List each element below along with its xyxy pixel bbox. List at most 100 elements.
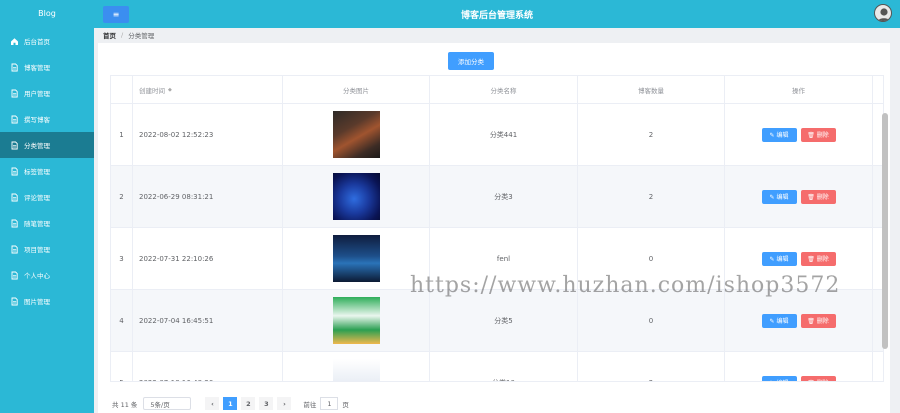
row-category-name: 分类441 <box>430 104 578 165</box>
row-actions: ✎ 编辑🗑 删除 <box>725 290 873 351</box>
row-blog-count: 2 <box>578 352 725 381</box>
row-created-time: 2022-06-29 08:31:21 <box>133 166 283 227</box>
row-actions: ✎ 编辑🗑 删除 <box>725 104 873 165</box>
column-header-label: 创建时间 <box>139 86 165 95</box>
edit-button[interactable]: ✎ 编辑 <box>761 189 797 204</box>
sort-icon[interactable]: ◆ <box>168 87 172 93</box>
document-icon <box>10 245 19 254</box>
column-header-time[interactable]: 创建时间 ◆ <box>133 76 283 103</box>
row-index: 3 <box>111 228 133 289</box>
row-index: 4 <box>111 290 133 351</box>
sidebar-item-label: 项目管理 <box>24 246 50 254</box>
sidebar-item[interactable]: 标签管理 <box>0 158 94 184</box>
column-header-count: 博客数量 <box>578 76 725 103</box>
sidebar-item-label: 图片管理 <box>24 298 50 306</box>
row-category-name: 分类5 <box>430 290 578 351</box>
row-image-cell <box>283 104 430 165</box>
user-icon <box>877 8 891 21</box>
sidebar-item[interactable]: 随笔管理 <box>0 210 94 236</box>
document-icon <box>10 89 19 98</box>
row-image-cell <box>283 290 430 351</box>
sidebar-item-label: 标签管理 <box>24 168 50 176</box>
watermark-text: https://www.huzhan.com/ishop3572 <box>410 273 841 298</box>
row-blog-count: 2 <box>578 166 725 227</box>
row-image-cell <box>283 352 430 381</box>
sidebar-item-label: 撰写博客 <box>24 116 50 124</box>
category-table: 创建时间 ◆ 分类图片 分类名称 博客数量 操作 1 2022-08-02 12:… <box>110 75 884 382</box>
row-category-name: 分类3 <box>430 166 578 227</box>
pagination: 共 11 条 5条/页 ‹ 1 2 3 › 前往 1 页 <box>112 397 349 410</box>
logo: Blog <box>38 9 56 18</box>
row-created-time: 2022-08-02 12:52:23 <box>133 104 283 165</box>
goto-label: 前往 <box>303 400 317 409</box>
document-icon <box>10 167 19 176</box>
sidebar-item-label: 分类管理 <box>24 142 50 150</box>
content-card: 添加分类 创建时间 ◆ 分类图片 分类名称 博客数量 操作 1 2022-08-0… <box>98 43 890 413</box>
document-icon <box>10 297 19 306</box>
edit-button[interactable]: ✎ 编辑 <box>761 313 797 328</box>
document-icon <box>10 219 19 228</box>
edit-button[interactable]: ✎ 编辑 <box>761 251 797 266</box>
sidebar-item[interactable]: 项目管理 <box>0 236 94 262</box>
sidebar-item-label: 后台首页 <box>24 38 50 46</box>
category-thumbnail[interactable] <box>332 173 380 220</box>
row-blog-count: 2 <box>578 104 725 165</box>
sidebar-item[interactable]: 分类管理 <box>0 132 94 158</box>
avatar[interactable] <box>874 4 892 22</box>
menu-toggle-button[interactable]: ≡ <box>103 5 129 23</box>
prev-page-button[interactable]: ‹ <box>205 397 220 410</box>
sidebar-item[interactable]: 个人中心 <box>0 262 94 288</box>
sidebar-item[interactable]: 评论管理 <box>0 184 94 210</box>
sidebar-item[interactable]: 博客管理 <box>0 54 94 80</box>
sidebar-item-label: 个人中心 <box>24 272 50 280</box>
breadcrumb-home[interactable]: 首页 <box>103 30 116 40</box>
page-size-select[interactable]: 5条/页 <box>143 397 192 410</box>
row-index: 5 <box>111 352 133 381</box>
goto-page-input[interactable]: 1 <box>320 397 339 410</box>
next-page-button[interactable]: › <box>277 397 292 410</box>
row-image-cell <box>283 166 430 227</box>
table-row: 4 2022-07-04 16:45:51 分类5 0 ✎ 编辑 🗑 删除 <box>111 290 883 352</box>
delete-button[interactable]: 🗑 删除 <box>800 313 836 328</box>
table-scrollbar[interactable] <box>882 109 888 381</box>
document-icon <box>10 141 19 150</box>
pagination-total: 共 11 条 <box>112 400 138 409</box>
edit-button[interactable]: ✎ 编辑 <box>761 127 797 142</box>
sidebar-item[interactable]: 撰写博客 <box>0 106 94 132</box>
column-header-gutter <box>873 76 883 103</box>
row-created-time: 2022-07-04 16:45:51 <box>133 290 283 351</box>
document-icon <box>10 193 19 202</box>
row-category-name: 分类10 <box>430 352 578 381</box>
column-header-image: 分类图片 <box>283 76 430 103</box>
category-thumbnail[interactable] <box>332 359 380 381</box>
category-thumbnail[interactable] <box>332 235 380 282</box>
row-index: 2 <box>111 166 133 227</box>
scrollbar-thumb[interactable] <box>882 113 888 349</box>
document-icon <box>10 271 19 280</box>
category-thumbnail[interactable] <box>332 297 380 344</box>
edit-button[interactable]: ✎ 编辑 <box>761 375 797 381</box>
page-button-2[interactable]: 2 <box>241 397 256 410</box>
header: ≡ 博客后台管理系统 <box>94 0 900 28</box>
page-button-3[interactable]: 3 <box>259 397 274 410</box>
breadcrumb-separator: / <box>121 31 124 39</box>
page-unit-label: 页 <box>342 400 349 409</box>
delete-button[interactable]: 🗑 删除 <box>800 127 836 142</box>
sidebar-item[interactable]: 后台首页 <box>0 28 94 54</box>
delete-button[interactable]: 🗑 删除 <box>800 251 836 266</box>
page-title: 博客后台管理系统 <box>460 10 533 21</box>
row-blog-count: 0 <box>578 290 725 351</box>
add-category-button[interactable]: 添加分类 <box>448 52 494 70</box>
sidebar-item[interactable]: 图片管理 <box>0 288 94 314</box>
sidebar-item-label: 评论管理 <box>24 194 50 202</box>
row-index: 1 <box>111 104 133 165</box>
delete-button[interactable]: 🗑 删除 <box>800 375 836 381</box>
sidebar-item-label: 博客管理 <box>24 64 50 72</box>
row-actions: ✎ 编辑🗑 删除 <box>725 352 873 381</box>
delete-button[interactable]: 🗑 删除 <box>800 189 836 204</box>
page-button-1[interactable]: 1 <box>223 397 238 410</box>
table-row: 52022-07-18 16:48:20分类102✎ 编辑🗑 删除 <box>111 352 883 381</box>
category-thumbnail[interactable] <box>332 111 380 158</box>
sidebar-item[interactable]: 用户管理 <box>0 80 94 106</box>
breadcrumb: 首页 / 分类管理 <box>94 28 900 42</box>
